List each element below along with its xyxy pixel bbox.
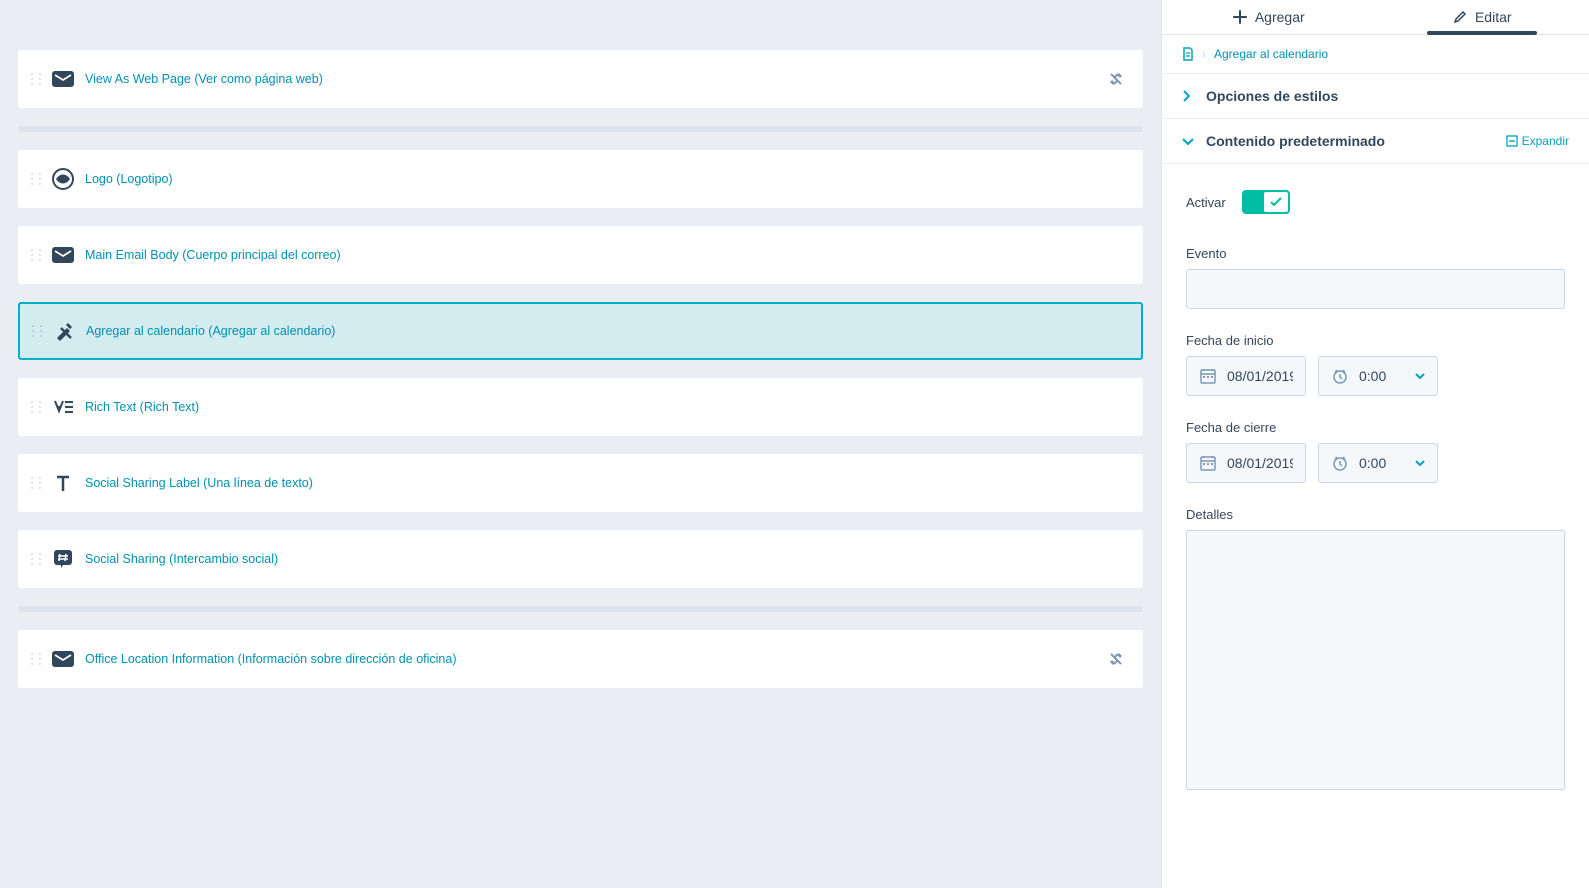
- module-label: Main Email Body (Cuerpo principal del co…: [85, 248, 341, 262]
- end-date-label: Fecha de cierre: [1186, 420, 1565, 435]
- mail-icon: [51, 243, 75, 267]
- plus-icon: [1233, 10, 1247, 24]
- event-label: Evento: [1186, 246, 1565, 261]
- activate-label: Activar: [1186, 195, 1226, 210]
- chevron-down-icon: [1415, 373, 1425, 379]
- module-label: Office Location Information (Información…: [85, 652, 456, 666]
- sidebar-tabs: Agregar Editar: [1162, 0, 1589, 35]
- drag-handle-icon[interactable]: [32, 325, 42, 337]
- section-divider: [18, 606, 1143, 612]
- module-label: Social Sharing (Intercambio social): [85, 552, 278, 566]
- hash-icon: [51, 547, 75, 571]
- mail-icon: [51, 647, 75, 671]
- module-row[interactable]: Social Sharing Label (Una línea de texto…: [18, 454, 1143, 512]
- start-date-label: Fecha de inicio: [1186, 333, 1565, 348]
- module-row[interactable]: Agregar al calendario (Agregar al calend…: [18, 302, 1143, 360]
- module-list-area: View As Web Page (Ver como página web) Lo…: [0, 0, 1161, 888]
- check-icon: [1270, 197, 1282, 207]
- locked-icon: [1108, 651, 1124, 667]
- tab-add[interactable]: Agregar: [1162, 0, 1376, 34]
- sidebar: Agregar Editar › Agregar al calendario O…: [1161, 0, 1589, 888]
- chevron-down-icon: [1182, 137, 1194, 145]
- tools-icon: [52, 319, 76, 343]
- section-divider: [18, 126, 1143, 132]
- drag-handle-icon[interactable]: [31, 173, 41, 185]
- mail-icon: [51, 67, 75, 91]
- drag-handle-icon[interactable]: [31, 477, 41, 489]
- drag-handle-icon[interactable]: [31, 73, 41, 85]
- document-icon[interactable]: [1182, 47, 1194, 61]
- breadcrumb: › Agregar al calendario: [1162, 35, 1589, 74]
- expand-icon: [1506, 135, 1518, 147]
- tab-add-label: Agregar: [1255, 9, 1305, 25]
- drag-handle-icon[interactable]: [31, 553, 41, 565]
- drag-handle-icon[interactable]: [31, 249, 41, 261]
- chevron-down-icon: [1415, 460, 1425, 466]
- start-time-value: 0:00: [1359, 368, 1386, 384]
- pencil-icon: [1453, 10, 1467, 24]
- calendar-icon: [1199, 454, 1217, 472]
- module-label: Rich Text (Rich Text): [85, 400, 199, 414]
- chevron-right-icon: ›: [1202, 47, 1206, 61]
- section-default-content-title: Contenido predeterminado: [1206, 133, 1494, 149]
- chevron-right-icon: [1182, 90, 1194, 102]
- module-row[interactable]: Office Location Information (Información…: [18, 630, 1143, 688]
- expand-label: Expandir: [1522, 134, 1569, 148]
- end-time-picker[interactable]: 0:00: [1318, 443, 1438, 483]
- breadcrumb-current[interactable]: Agregar al calendario: [1214, 47, 1328, 61]
- start-time-picker[interactable]: 0:00: [1318, 356, 1438, 396]
- tab-edit-label: Editar: [1475, 9, 1512, 25]
- clock-icon: [1331, 367, 1349, 385]
- event-input[interactable]: [1186, 269, 1565, 309]
- locked-icon: [1108, 71, 1124, 87]
- module-row[interactable]: Rich Text (Rich Text): [18, 378, 1143, 436]
- activate-toggle[interactable]: [1242, 190, 1290, 214]
- expand-button[interactable]: Expandir: [1506, 134, 1569, 148]
- clock-icon: [1331, 454, 1349, 472]
- details-label: Detalles: [1186, 507, 1565, 522]
- drag-handle-icon[interactable]: [31, 653, 41, 665]
- start-date-picker[interactable]: 08/01/2019: [1186, 356, 1306, 396]
- end-date-picker[interactable]: 08/01/2019: [1186, 443, 1306, 483]
- module-row[interactable]: Social Sharing (Intercambio social): [18, 530, 1143, 588]
- start-date-value: 08/01/2019: [1227, 368, 1293, 384]
- calendar-icon: [1199, 367, 1217, 385]
- module-row[interactable]: Main Email Body (Cuerpo principal del co…: [18, 226, 1143, 284]
- richtext-icon: [51, 395, 75, 419]
- details-textarea[interactable]: [1186, 530, 1565, 790]
- module-label: View As Web Page (Ver como página web): [85, 72, 323, 86]
- tab-edit[interactable]: Editar: [1376, 0, 1589, 34]
- end-time-value: 0:00: [1359, 455, 1386, 471]
- module-row[interactable]: View As Web Page (Ver como página web): [18, 50, 1143, 108]
- section-default-content[interactable]: Contenido predeterminado Expandir: [1162, 119, 1589, 164]
- drag-handle-icon[interactable]: [31, 401, 41, 413]
- text-icon: [51, 471, 75, 495]
- section-styles-title: Opciones de estilos: [1206, 88, 1569, 104]
- section-styles[interactable]: Opciones de estilos: [1162, 74, 1589, 119]
- end-date-value: 08/01/2019: [1227, 455, 1293, 471]
- module-label: Social Sharing Label (Una línea de texto…: [85, 476, 313, 490]
- default-content-panel: Activar Evento Fecha de inicio 08/01/201…: [1162, 164, 1589, 843]
- module-label: Agregar al calendario (Agregar al calend…: [86, 324, 335, 338]
- module-label: Logo (Logotipo): [85, 172, 173, 186]
- logo-icon: [51, 167, 75, 191]
- module-row[interactable]: Logo (Logotipo): [18, 150, 1143, 208]
